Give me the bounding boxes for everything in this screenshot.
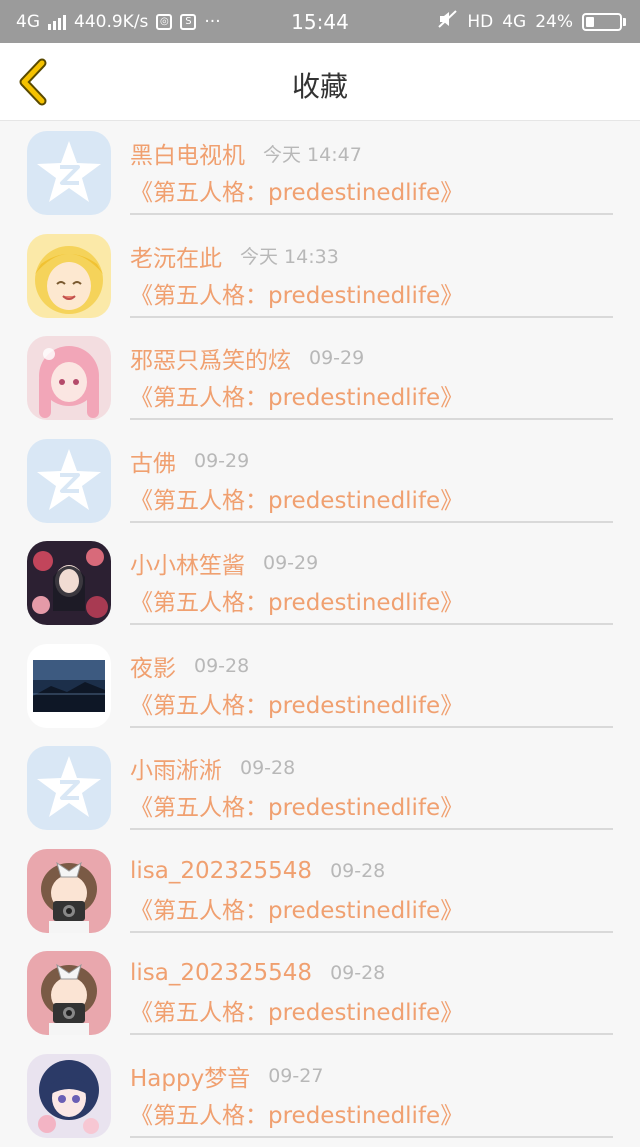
user-name: 小雨淅淅 <box>130 751 222 785</box>
favorite-content: 《第五人格：predestinedlife》 <box>130 375 613 415</box>
avatar[interactable] <box>27 234 111 318</box>
user-name: 邪惡只爲笑的炫 <box>130 341 291 375</box>
favorite-content: 《第五人格：predestinedlife》 <box>130 1093 613 1133</box>
timestamp: 09-28 <box>330 962 385 984</box>
user-name: lisa_202325548 <box>130 960 312 986</box>
list-item[interactable]: 夜影 09-28 《第五人格：predestinedlife》 <box>0 635 640 738</box>
list-item[interactable]: 小小林笙酱 09-29 《第五人格：predestinedlife》 <box>0 532 640 635</box>
status-right: HD 4G 24% <box>438 0 626 43</box>
mute-icon <box>438 10 458 33</box>
timestamp: 今天 14:47 <box>263 140 362 167</box>
battery-icon <box>582 13 626 31</box>
divider <box>130 623 613 625</box>
timestamp: 09-28 <box>194 655 249 677</box>
favorite-content: 《第五人格：predestinedlife》 <box>130 785 613 825</box>
blue-hair-avatar-image <box>27 1054 111 1138</box>
header: 收藏 <box>0 43 640 121</box>
divider <box>130 1033 613 1035</box>
timestamp: 09-28 <box>330 860 385 882</box>
avatar[interactable] <box>27 849 111 933</box>
qq-default-avatar-image <box>27 439 111 523</box>
timestamp: 09-27 <box>268 1065 323 1087</box>
list-item[interactable]: 黑白电视机今天 14:47 《第五人格：predestinedlife》 <box>0 122 640 225</box>
user-name: lisa_202325548 <box>130 858 312 884</box>
list-item[interactable]: lisa_202325548 09-28 《第五人格：predestinedlif… <box>0 942 640 1045</box>
avatar[interactable] <box>27 541 111 625</box>
favorite-content: 《第五人格：predestinedlife》 <box>130 273 613 313</box>
qq-default-avatar-image <box>27 131 111 215</box>
camera-girl-avatar-image <box>27 951 111 1035</box>
anime-girl-avatar-image <box>27 234 111 318</box>
user-name: Happy梦音 <box>130 1059 250 1093</box>
avatar[interactable] <box>27 1054 111 1138</box>
divider <box>130 726 613 728</box>
timestamp: 09-29 <box>309 347 364 369</box>
favorites-list: 黑白电视机今天 14:47 《第五人格：predestinedlife》 老沅在… <box>0 122 640 1147</box>
favorite-content: 《第五人格：predestinedlife》 <box>130 580 613 620</box>
list-item[interactable]: 邪惡只爲笑的炫 09-29 《第五人格：predestinedlife》 <box>0 327 640 430</box>
divider <box>130 418 613 420</box>
favorite-content: 《第五人格：predestinedlife》 <box>130 170 613 210</box>
user-name: 小小林笙酱 <box>130 546 245 580</box>
more-notifications-icon: ··· <box>204 12 220 32</box>
avatar[interactable] <box>27 336 111 420</box>
pink-hair-avatar-image <box>27 336 111 420</box>
status-left: 4G 440.9K/s ◎ S ··· <box>16 0 221 43</box>
signal-icon <box>48 14 66 30</box>
app-notification-icon: S <box>180 14 196 30</box>
divider <box>130 1136 613 1138</box>
list-item[interactable]: Happy梦音 09-27 《第五人格：predestinedlife》 <box>0 1045 640 1147</box>
favorite-content: 《第五人格：predestinedlife》 <box>130 683 613 723</box>
list-item[interactable]: 小雨淅淅 09-28 《第五人格：predestinedlife》 <box>0 737 640 840</box>
list-item[interactable]: lisa_202325548 09-28 《第五人格：predestinedlif… <box>0 840 640 943</box>
divider <box>130 828 613 830</box>
divider <box>130 316 613 318</box>
timestamp: 09-29 <box>263 552 318 574</box>
night-landscape-avatar-image <box>27 644 111 728</box>
hd-label: HD <box>467 12 493 32</box>
network-label: 4G <box>16 12 40 32</box>
favorite-content: 《第五人格：predestinedlife》 <box>130 990 613 1030</box>
page-title: 收藏 <box>0 65 640 105</box>
camera-girl-avatar-image <box>27 849 111 933</box>
avatar[interactable] <box>27 439 111 523</box>
qq-default-avatar-image <box>27 746 111 830</box>
avatar[interactable] <box>27 131 111 215</box>
avatar[interactable] <box>27 951 111 1035</box>
battery-percent: 24% <box>535 12 573 32</box>
favorite-content: 《第五人格：predestinedlife》 <box>130 888 613 928</box>
dark-floral-avatar-image <box>27 541 111 625</box>
user-name: 古佛 <box>130 444 176 478</box>
timestamp: 今天 14:33 <box>240 242 339 269</box>
notification-icon: ◎ <box>156 14 172 30</box>
timestamp: 09-29 <box>194 450 249 472</box>
network-speed: 440.9K/s <box>74 12 148 32</box>
net-type-label: 4G <box>502 12 526 32</box>
user-name: 黑白电视机 <box>130 136 245 170</box>
divider <box>130 931 613 933</box>
divider <box>130 521 613 523</box>
avatar[interactable] <box>27 746 111 830</box>
user-name: 夜影 <box>130 649 176 683</box>
divider <box>130 213 613 215</box>
avatar[interactable] <box>27 644 111 728</box>
favorite-content: 《第五人格：predestinedlife》 <box>130 478 613 518</box>
status-bar: 4G 440.9K/s ◎ S ··· 15:44 HD 4G 24% <box>0 0 640 43</box>
list-item[interactable]: 老沅在此今天 14:33 《第五人格：predestinedlife》 <box>0 225 640 328</box>
timestamp: 09-28 <box>240 757 295 779</box>
list-item[interactable]: 古佛 09-29 《第五人格：predestinedlife》 <box>0 430 640 533</box>
user-name: 老沅在此 <box>130 239 222 273</box>
